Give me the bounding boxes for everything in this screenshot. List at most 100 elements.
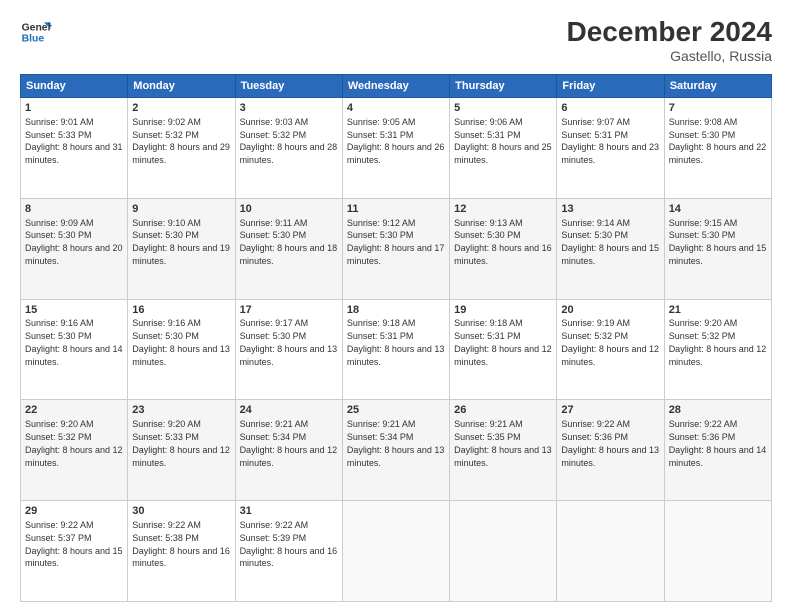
day-info: Sunrise: 9:16 AMSunset: 5:30 PMDaylight:… (25, 318, 123, 366)
table-cell: 25Sunrise: 9:21 AMSunset: 5:34 PMDayligh… (342, 400, 449, 501)
table-cell (342, 501, 449, 602)
table-cell: 17Sunrise: 9:17 AMSunset: 5:30 PMDayligh… (235, 299, 342, 400)
table-cell: 19Sunrise: 9:18 AMSunset: 5:31 PMDayligh… (450, 299, 557, 400)
day-number: 21 (669, 303, 767, 318)
day-info: Sunrise: 9:21 AMSunset: 5:34 PMDaylight:… (240, 419, 338, 467)
table-cell: 29Sunrise: 9:22 AMSunset: 5:37 PMDayligh… (21, 501, 128, 602)
col-monday: Monday (128, 75, 235, 98)
calendar-header-row: Sunday Monday Tuesday Wednesday Thursday… (21, 75, 772, 98)
day-info: Sunrise: 9:17 AMSunset: 5:30 PMDaylight:… (240, 318, 338, 366)
day-number: 16 (132, 303, 230, 318)
day-info: Sunrise: 9:21 AMSunset: 5:35 PMDaylight:… (454, 419, 552, 467)
day-number: 24 (240, 403, 338, 418)
day-info: Sunrise: 9:12 AMSunset: 5:30 PMDaylight:… (347, 218, 445, 266)
day-info: Sunrise: 9:06 AMSunset: 5:31 PMDaylight:… (454, 117, 552, 165)
day-number: 13 (561, 202, 659, 217)
table-cell: 31Sunrise: 9:22 AMSunset: 5:39 PMDayligh… (235, 501, 342, 602)
col-sunday: Sunday (21, 75, 128, 98)
day-number: 28 (669, 403, 767, 418)
day-info: Sunrise: 9:22 AMSunset: 5:36 PMDaylight:… (669, 419, 767, 467)
calendar: Sunday Monday Tuesday Wednesday Thursday… (20, 74, 772, 602)
day-info: Sunrise: 9:20 AMSunset: 5:32 PMDaylight:… (669, 318, 767, 366)
table-cell: 11Sunrise: 9:12 AMSunset: 5:30 PMDayligh… (342, 198, 449, 299)
day-info: Sunrise: 9:01 AMSunset: 5:33 PMDaylight:… (25, 117, 123, 165)
day-info: Sunrise: 9:05 AMSunset: 5:31 PMDaylight:… (347, 117, 445, 165)
day-number: 2 (132, 101, 230, 116)
day-info: Sunrise: 9:14 AMSunset: 5:30 PMDaylight:… (561, 218, 659, 266)
day-info: Sunrise: 9:22 AMSunset: 5:39 PMDaylight:… (240, 520, 338, 568)
day-number: 1 (25, 101, 123, 116)
day-info: Sunrise: 9:22 AMSunset: 5:38 PMDaylight:… (132, 520, 230, 568)
day-info: Sunrise: 9:07 AMSunset: 5:31 PMDaylight:… (561, 117, 659, 165)
table-cell: 12Sunrise: 9:13 AMSunset: 5:30 PMDayligh… (450, 198, 557, 299)
day-info: Sunrise: 9:20 AMSunset: 5:33 PMDaylight:… (132, 419, 230, 467)
col-thursday: Thursday (450, 75, 557, 98)
day-info: Sunrise: 9:13 AMSunset: 5:30 PMDaylight:… (454, 218, 552, 266)
col-tuesday: Tuesday (235, 75, 342, 98)
day-number: 19 (454, 303, 552, 318)
day-number: 5 (454, 101, 552, 116)
col-friday: Friday (557, 75, 664, 98)
day-number: 26 (454, 403, 552, 418)
day-info: Sunrise: 9:08 AMSunset: 5:30 PMDaylight:… (669, 117, 767, 165)
table-cell: 21Sunrise: 9:20 AMSunset: 5:32 PMDayligh… (664, 299, 771, 400)
table-cell: 9Sunrise: 9:10 AMSunset: 5:30 PMDaylight… (128, 198, 235, 299)
table-cell: 4Sunrise: 9:05 AMSunset: 5:31 PMDaylight… (342, 98, 449, 199)
table-cell: 20Sunrise: 9:19 AMSunset: 5:32 PMDayligh… (557, 299, 664, 400)
day-number: 8 (25, 202, 123, 217)
day-number: 12 (454, 202, 552, 217)
table-cell: 10Sunrise: 9:11 AMSunset: 5:30 PMDayligh… (235, 198, 342, 299)
day-info: Sunrise: 9:10 AMSunset: 5:30 PMDaylight:… (132, 218, 230, 266)
table-cell: 22Sunrise: 9:20 AMSunset: 5:32 PMDayligh… (21, 400, 128, 501)
day-number: 15 (25, 303, 123, 318)
table-cell: 1Sunrise: 9:01 AMSunset: 5:33 PMDaylight… (21, 98, 128, 199)
day-number: 20 (561, 303, 659, 318)
table-cell: 15Sunrise: 9:16 AMSunset: 5:30 PMDayligh… (21, 299, 128, 400)
table-cell: 13Sunrise: 9:14 AMSunset: 5:30 PMDayligh… (557, 198, 664, 299)
day-info: Sunrise: 9:22 AMSunset: 5:36 PMDaylight:… (561, 419, 659, 467)
day-info: Sunrise: 9:21 AMSunset: 5:34 PMDaylight:… (347, 419, 445, 467)
day-info: Sunrise: 9:18 AMSunset: 5:31 PMDaylight:… (347, 318, 445, 366)
week-row-2: 8Sunrise: 9:09 AMSunset: 5:30 PMDaylight… (21, 198, 772, 299)
day-info: Sunrise: 9:16 AMSunset: 5:30 PMDaylight:… (132, 318, 230, 366)
logo: General Blue (20, 16, 52, 48)
table-cell: 2Sunrise: 9:02 AMSunset: 5:32 PMDaylight… (128, 98, 235, 199)
day-number: 31 (240, 504, 338, 519)
week-row-3: 15Sunrise: 9:16 AMSunset: 5:30 PMDayligh… (21, 299, 772, 400)
title-block: December 2024 Gastello, Russia (567, 16, 772, 64)
table-cell: 30Sunrise: 9:22 AMSunset: 5:38 PMDayligh… (128, 501, 235, 602)
page: General Blue December 2024 Gastello, Rus… (0, 0, 792, 612)
table-cell: 28Sunrise: 9:22 AMSunset: 5:36 PMDayligh… (664, 400, 771, 501)
day-number: 7 (669, 101, 767, 116)
table-cell (450, 501, 557, 602)
table-cell: 14Sunrise: 9:15 AMSunset: 5:30 PMDayligh… (664, 198, 771, 299)
day-number: 18 (347, 303, 445, 318)
location: Gastello, Russia (567, 48, 772, 64)
month-title: December 2024 (567, 16, 772, 48)
day-info: Sunrise: 9:09 AMSunset: 5:30 PMDaylight:… (25, 218, 123, 266)
day-info: Sunrise: 9:15 AMSunset: 5:30 PMDaylight:… (669, 218, 767, 266)
day-info: Sunrise: 9:22 AMSunset: 5:37 PMDaylight:… (25, 520, 123, 568)
header: General Blue December 2024 Gastello, Rus… (20, 16, 772, 64)
day-info: Sunrise: 9:02 AMSunset: 5:32 PMDaylight:… (132, 117, 230, 165)
table-cell: 18Sunrise: 9:18 AMSunset: 5:31 PMDayligh… (342, 299, 449, 400)
day-number: 22 (25, 403, 123, 418)
week-row-4: 22Sunrise: 9:20 AMSunset: 5:32 PMDayligh… (21, 400, 772, 501)
day-number: 3 (240, 101, 338, 116)
day-number: 17 (240, 303, 338, 318)
week-row-1: 1Sunrise: 9:01 AMSunset: 5:33 PMDaylight… (21, 98, 772, 199)
day-number: 6 (561, 101, 659, 116)
day-number: 25 (347, 403, 445, 418)
table-cell: 8Sunrise: 9:09 AMSunset: 5:30 PMDaylight… (21, 198, 128, 299)
table-cell: 7Sunrise: 9:08 AMSunset: 5:30 PMDaylight… (664, 98, 771, 199)
svg-text:Blue: Blue (22, 34, 45, 45)
table-cell (557, 501, 664, 602)
table-cell: 5Sunrise: 9:06 AMSunset: 5:31 PMDaylight… (450, 98, 557, 199)
day-number: 23 (132, 403, 230, 418)
table-cell: 26Sunrise: 9:21 AMSunset: 5:35 PMDayligh… (450, 400, 557, 501)
table-cell: 27Sunrise: 9:22 AMSunset: 5:36 PMDayligh… (557, 400, 664, 501)
table-cell: 23Sunrise: 9:20 AMSunset: 5:33 PMDayligh… (128, 400, 235, 501)
day-number: 14 (669, 202, 767, 217)
week-row-5: 29Sunrise: 9:22 AMSunset: 5:37 PMDayligh… (21, 501, 772, 602)
day-info: Sunrise: 9:11 AMSunset: 5:30 PMDaylight:… (240, 218, 338, 266)
